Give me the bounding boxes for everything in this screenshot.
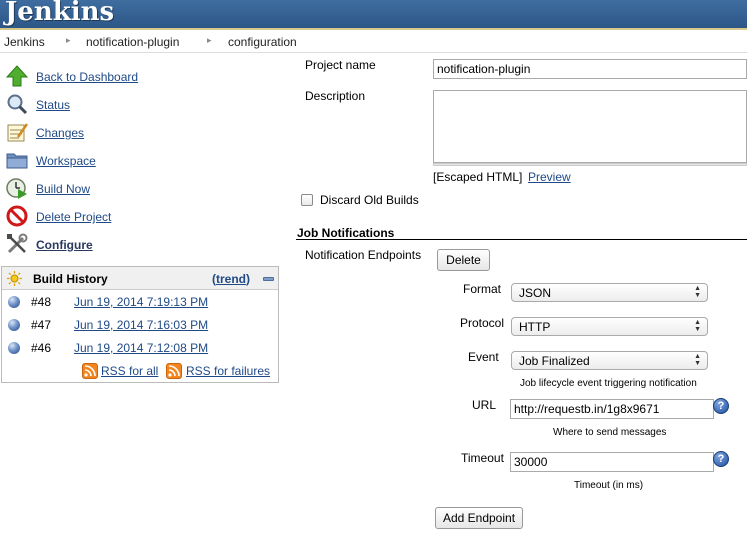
clock-play-icon <box>6 178 27 199</box>
task-back-to-dashboard[interactable]: Back to Dashboard <box>6 64 276 88</box>
url-input[interactable] <box>510 399 714 419</box>
build-date-link[interactable]: Jun 19, 2014 7:12:08 PM <box>74 341 208 355</box>
task-delete-project[interactable]: Delete Project <box>6 204 276 228</box>
project-name-input[interactable] <box>433 59 747 79</box>
breadcrumb-project[interactable]: notification-plugin <box>86 35 179 49</box>
task-label[interactable]: Workspace <box>36 154 96 168</box>
discard-old-builds-label: Discard Old Builds <box>320 193 419 207</box>
event-label: Event <box>468 350 499 364</box>
timeout-input[interactable] <box>510 452 714 472</box>
notification-endpoints-label: Notification Endpoints <box>305 248 422 262</box>
no-entry-icon <box>6 205 28 227</box>
build-row: #48 Jun 19, 2014 7:19:13 PM <box>2 291 278 313</box>
sun-icon <box>7 271 22 286</box>
build-history-header: Build History (trend) <box>2 267 278 290</box>
build-date-link[interactable]: Jun 19, 2014 7:19:13 PM <box>74 295 208 309</box>
build-number: #47 <box>31 318 52 332</box>
rss-icon[interactable] <box>82 363 98 379</box>
build-status-blue-icon <box>8 296 20 308</box>
breadcrumb-configuration[interactable]: configuration <box>228 35 297 49</box>
tools-icon <box>7 233 28 254</box>
preview-link[interactable]: Preview <box>528 170 571 184</box>
job-notifications-section-title: Job Notifications <box>297 226 395 240</box>
collapse-icon[interactable] <box>263 277 274 281</box>
task-label[interactable]: Configure <box>36 238 93 252</box>
event-selected-value: Job Finalized <box>519 354 590 368</box>
breadcrumb: Jenkins ▸ notification-plugin ▸ configur… <box>0 32 747 53</box>
escaped-html-note: [Escaped HTML] <box>433 170 523 184</box>
build-status-blue-icon <box>8 319 20 331</box>
format-select[interactable]: JSON ▲ ▼ <box>511 283 708 302</box>
event-hint: Job lifecycle event triggering notificat… <box>520 378 697 389</box>
task-workspace[interactable]: Workspace <box>6 148 276 172</box>
task-label[interactable]: Status <box>36 98 70 112</box>
chevron-right-icon: ▸ <box>207 35 212 45</box>
select-arrows-icon: ▲ ▼ <box>694 353 701 367</box>
textarea-resize-handle[interactable] <box>433 163 747 166</box>
description-textarea[interactable] <box>433 90 747 163</box>
url-label: URL <box>472 398 497 412</box>
build-number: #48 <box>31 295 52 309</box>
description-label: Description <box>305 89 366 103</box>
jenkins-logo[interactable]: Jenkins <box>5 0 114 27</box>
build-history-widget: Build History (trend) #48 Jun 19, 2014 7… <box>1 266 279 383</box>
build-status-blue-icon <box>8 342 20 354</box>
select-arrows-icon: ▲ ▼ <box>694 285 701 299</box>
protocol-label: Protocol <box>460 316 505 330</box>
trend-link[interactable]: trend <box>216 272 246 286</box>
protocol-selected-value: HTTP <box>519 320 551 334</box>
trend-link-wrapper: (trend) <box>212 272 250 286</box>
folder-icon <box>6 153 28 169</box>
url-hint: Where to send messages <box>553 427 667 438</box>
task-configure[interactable]: Configure <box>6 232 276 256</box>
task-label[interactable]: Delete Project <box>36 210 111 224</box>
search-icon <box>7 94 28 115</box>
section-divider <box>296 239 747 240</box>
build-number: #46 <box>31 341 52 355</box>
notepad-icon <box>7 123 28 142</box>
header-bar: Jenkins <box>0 0 747 30</box>
rss-all-link[interactable]: RSS for all <box>101 364 158 378</box>
build-history-title: Build History <box>33 272 108 286</box>
help-icon[interactable]: ? <box>713 398 729 414</box>
build-row: #46 Jun 19, 2014 7:12:08 PM <box>2 337 278 359</box>
help-icon[interactable]: ? <box>713 451 729 467</box>
task-changes[interactable]: Changes <box>6 120 276 144</box>
project-name-label: Project name <box>305 58 376 72</box>
protocol-select[interactable]: HTTP ▲ ▼ <box>511 317 708 336</box>
delete-endpoint-button[interactable]: Delete <box>437 249 490 271</box>
discard-old-builds-checkbox[interactable] <box>301 194 313 206</box>
timeout-label: Timeout <box>461 451 504 465</box>
build-row: #47 Jun 19, 2014 7:16:03 PM <box>2 314 278 336</box>
format-label: Format <box>463 282 502 296</box>
task-status[interactable]: Status <box>6 92 276 116</box>
task-label[interactable]: Back to Dashboard <box>36 70 138 84</box>
timeout-hint: Timeout (in ms) <box>574 480 644 491</box>
up-arrow-icon <box>6 65 28 87</box>
add-endpoint-button[interactable]: Add Endpoint <box>435 507 523 529</box>
task-label[interactable]: Build Now <box>36 182 90 196</box>
format-selected-value: JSON <box>519 286 552 300</box>
build-date-link[interactable]: Jun 19, 2014 7:16:03 PM <box>74 318 208 332</box>
event-select[interactable]: Job Finalized ▲ ▼ <box>511 351 708 370</box>
task-build-now[interactable]: Build Now <box>6 176 276 200</box>
task-label[interactable]: Changes <box>36 126 84 140</box>
trend-close-paren: ) <box>246 272 250 286</box>
rss-icon[interactable] <box>166 363 182 379</box>
breadcrumb-jenkins[interactable]: Jenkins <box>4 35 45 49</box>
rss-failures-link[interactable]: RSS for failures <box>186 364 270 378</box>
chevron-right-icon: ▸ <box>66 35 71 45</box>
select-arrows-icon: ▲ ▼ <box>694 319 701 333</box>
